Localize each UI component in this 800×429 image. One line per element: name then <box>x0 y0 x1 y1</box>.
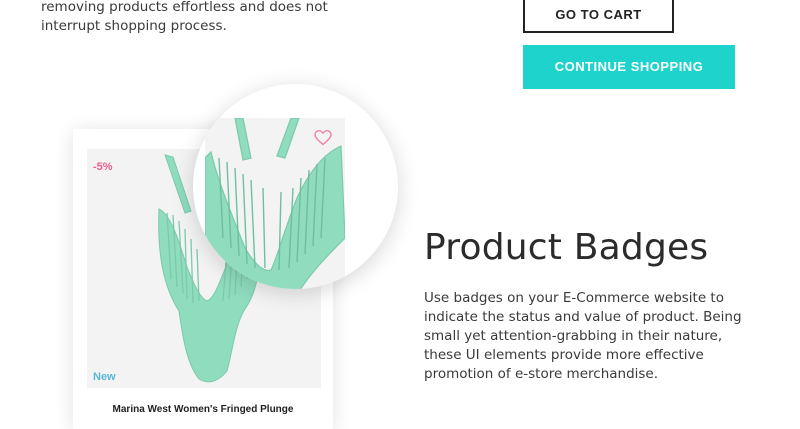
sale-badge: -5% <box>93 161 113 173</box>
heart-icon[interactable] <box>314 130 332 146</box>
section-description: Use badges on your E-Commerce website to… <box>424 290 742 382</box>
zoom-magnifier <box>193 84 398 289</box>
product-name[interactable]: Marina West Women's Fringed Plunge <box>73 404 333 415</box>
section-title: Product Badges <box>424 227 709 268</box>
intro-text: removing products effortless and does no… <box>41 0 328 34</box>
go-to-cart-button[interactable]: GO TO CART <box>523 0 674 33</box>
continue-shopping-button[interactable]: CONTINUE SHOPPING <box>523 45 735 89</box>
new-badge: New <box>93 371 116 383</box>
